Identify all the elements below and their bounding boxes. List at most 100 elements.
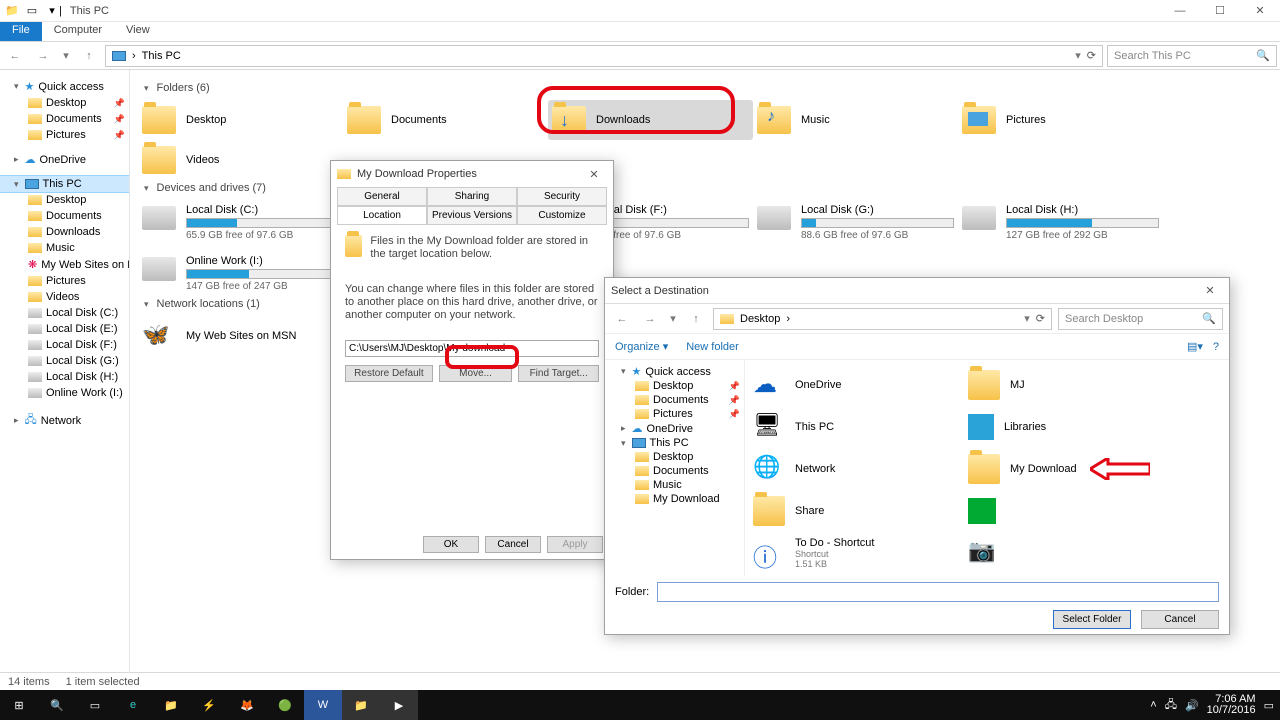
nav-item[interactable]: Documents📌 [605,393,744,407]
nav-item[interactable]: My Download [605,492,744,506]
cancel-button[interactable]: Cancel [1141,610,1219,629]
folder-pictures[interactable]: Pictures [958,100,1163,140]
nav-item[interactable]: Videos [0,289,129,305]
nav-item[interactable]: Documents [0,208,129,224]
address-box[interactable]: › This PC ▾ ⟳ [105,45,1103,67]
nav-forward-button[interactable]: → [639,308,661,330]
nav-item[interactable]: Desktop [605,450,744,464]
cancel-button[interactable]: Cancel [485,536,541,553]
nav-onedrive[interactable]: ▸☁OneDrive [0,151,129,168]
taskbar-firefox[interactable]: 🦊 [228,690,266,720]
help-icon[interactable]: ? [1213,341,1219,353]
organize-menu[interactable]: Organize ▾ [615,340,668,353]
minimize-button[interactable]: — [1160,0,1200,22]
nav-network[interactable]: ▸🖧Network [0,409,129,432]
nav-back-button[interactable]: ← [3,44,27,68]
folder-name-field[interactable] [657,582,1219,602]
nav-back-button[interactable]: ← [611,308,633,330]
tab-sharing[interactable]: Sharing [427,187,517,205]
select-folder-button[interactable]: Select Folder [1053,610,1131,629]
nav-item-documents[interactable]: Documents📌 [0,111,129,127]
nav-item[interactable]: Desktop📌 [605,379,744,393]
tile-libraries[interactable]: Libraries [964,406,1179,448]
nav-item-pictures[interactable]: Pictures📌 [0,127,129,143]
nav-item[interactable]: Music [0,240,129,256]
restore-default-button[interactable]: Restore Default [345,365,433,382]
tile-network[interactable]: 🌐Network [749,448,964,490]
task-view-button[interactable]: ▭ [76,690,114,720]
tile-share[interactable]: Share [749,490,964,532]
nav-item[interactable]: ❋My Web Sites on M [0,256,129,273]
nav-item[interactable]: Local Disk (F:) [0,337,129,353]
tab-location[interactable]: Location [337,206,427,224]
drive-i[interactable]: Online Work (I:)147 GB free of 247 GB [138,251,343,296]
dialog-close-button[interactable]: ✕ [1197,284,1223,297]
nav-item[interactable]: Online Work (I:) [0,385,129,401]
qat-newfolder-icon[interactable]: ▾ [45,4,59,18]
taskbar-explorer[interactable]: 📁 [152,690,190,720]
tile-todo-shortcut[interactable]: ⓘTo Do - ShortcutShortcut1.51 KB [749,532,964,574]
folder-downloads[interactable]: Downloads [548,100,753,140]
maximize-button[interactable]: ☐ [1200,0,1240,22]
tab-general[interactable]: General [337,187,427,205]
qat-properties-icon[interactable]: ▭ [25,4,39,18]
taskbar-chrome[interactable]: 🟢 [266,690,304,720]
drive-g[interactable]: Local Disk (G:)88.6 GB free of 97.6 GB [753,200,958,245]
find-target-button[interactable]: Find Target... [518,365,599,382]
view-options-button[interactable]: ▤▾ [1187,340,1203,353]
tile-camera[interactable]: 📷 [964,532,1179,574]
tile-this-pc[interactable]: 🖥This PC [749,406,964,448]
nav-up-button[interactable]: ↑ [77,44,101,68]
nav-up-button[interactable]: ↑ [685,308,707,330]
nav-history-button[interactable]: ▾ [667,308,679,330]
move-button[interactable]: Move... [439,365,513,382]
drive-c[interactable]: Local Disk (C:)65.9 GB free of 97.6 GB [138,200,343,245]
ok-button[interactable]: OK [423,536,479,553]
nav-item[interactable]: Documents [605,464,744,478]
folder-videos[interactable]: Videos [138,140,343,180]
new-folder-button[interactable]: New folder [686,341,739,353]
section-folders[interactable]: ▾Folders (6) [144,82,1272,94]
tray-network-icon[interactable]: 🖧 [1165,696,1177,715]
nav-item[interactable]: Local Disk (C:) [0,305,129,321]
taskbar-app2[interactable]: ▶ [380,690,418,720]
refresh-icon[interactable]: ⟳ [1036,312,1045,325]
nav-item[interactable]: Pictures📌 [605,407,744,421]
tab-computer[interactable]: Computer [42,22,114,41]
folder-documents[interactable]: Documents [343,100,548,140]
tab-file[interactable]: File [0,22,42,41]
start-button[interactable]: ⊞ [0,690,38,720]
section-drives[interactable]: ▾Devices and drives (7) [144,182,1272,194]
nav-forward-button[interactable]: → [31,44,55,68]
nav-this-pc[interactable]: ▾This PC [0,176,129,192]
folder-desktop[interactable]: Desktop [138,100,343,140]
tab-previous-versions[interactable]: Previous Versions [427,206,517,224]
nav-item[interactable]: Music [605,478,744,492]
netloc-msn[interactable]: 🦋My Web Sites on MSN [138,316,343,356]
nav-item[interactable]: Desktop [0,192,129,208]
location-path-field[interactable] [345,340,599,357]
taskbar-explorer-active[interactable]: 📁 [342,690,380,720]
nav-history-button[interactable]: ▾ [59,44,73,68]
nav-quick-access[interactable]: ▾★Quick access [605,364,744,379]
address-box[interactable]: Desktop› ▾ ⟳ [713,308,1052,330]
tile-onedrive[interactable]: ☁OneDrive [749,364,964,406]
dialog-close-button[interactable]: ✕ [581,168,607,181]
search-input[interactable]: Search This PC 🔍 [1107,45,1277,67]
search-button[interactable]: 🔍 [38,690,76,720]
taskbar-edge[interactable]: e [114,690,152,720]
nav-item-desktop[interactable]: Desktop📌 [0,95,129,111]
taskbar-app[interactable]: ⚡ [190,690,228,720]
tray-volume-icon[interactable]: 🔊 [1185,699,1199,712]
tab-customize[interactable]: Customize [517,206,607,224]
tab-security[interactable]: Security [517,187,607,205]
nav-item[interactable]: Local Disk (G:) [0,353,129,369]
breadcrumb[interactable]: This PC [142,50,181,62]
nav-item[interactable]: Local Disk (H:) [0,369,129,385]
tile-taskmgr[interactable] [964,490,1179,532]
apply-button[interactable]: Apply [547,536,603,553]
nav-item[interactable]: Local Disk (E:) [0,321,129,337]
taskbar-clock[interactable]: 7:06 AM10/7/2016 [1207,694,1256,716]
tray-chevron-icon[interactable]: ˄ [1150,699,1156,711]
close-button[interactable]: ✕ [1240,0,1280,22]
